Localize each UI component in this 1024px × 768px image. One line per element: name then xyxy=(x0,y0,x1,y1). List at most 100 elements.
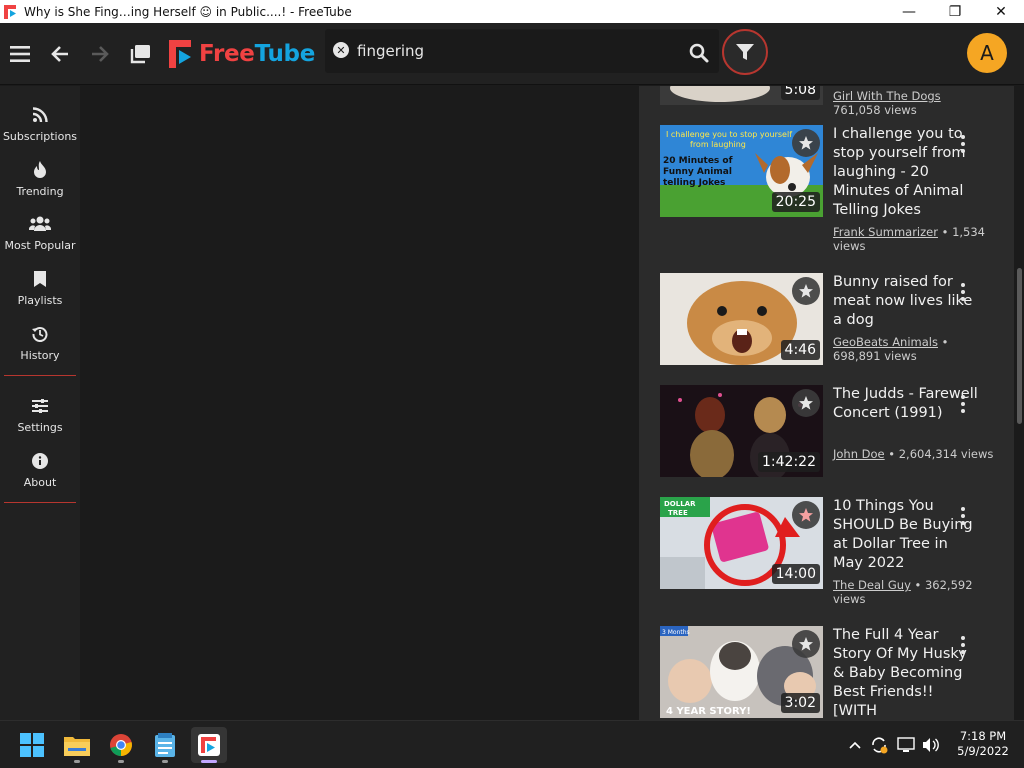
channel-link[interactable]: The Deal Guy xyxy=(833,578,911,592)
sidebar-item-label: History xyxy=(20,349,60,362)
clear-search-button[interactable]: ✕ xyxy=(333,42,349,58)
main-content xyxy=(80,86,640,724)
taskbar: 7:18 PM 5/9/2022 xyxy=(0,720,1024,768)
chevron-up-icon xyxy=(849,741,861,749)
taskbar-clock[interactable]: 7:18 PM 5/9/2022 xyxy=(948,729,1018,759)
video-item[interactable]: DOLLAR TREE 14:00 10 Things You SHOULD B… xyxy=(660,497,1010,617)
video-title[interactable]: The Full 4 Year Story Of My Husky & Baby… xyxy=(833,626,978,720)
volume-icon xyxy=(923,738,939,752)
video-options-button[interactable] xyxy=(960,135,966,153)
video-duration: 5:08 xyxy=(780,86,820,100)
video-thumbnail[interactable]: 3 Months 4 YEAR STORY! 3:02 xyxy=(660,626,823,718)
sidebar-item-history[interactable]: History xyxy=(0,317,80,367)
sidebar: Subscriptions Trending Most Popular Play… xyxy=(0,86,80,724)
channel-link[interactable]: Frank Summarizer xyxy=(833,225,938,239)
logo-tube-text: Tube xyxy=(254,41,316,67)
forward-button[interactable] xyxy=(88,42,112,66)
new-window-button[interactable] xyxy=(128,42,152,66)
view-count: • 2,604,314 views xyxy=(884,447,994,461)
video-options-button[interactable] xyxy=(960,395,966,413)
search-button[interactable] xyxy=(688,42,710,64)
star-icon xyxy=(799,136,813,150)
sync-icon xyxy=(872,737,888,754)
clock-time: 7:18 PM xyxy=(959,729,1007,743)
video-title[interactable]: The Judds - Farewell Concert (1991) xyxy=(833,385,978,423)
recommended-videos-panel: 5:08 Girl With The Dogs 761,058 views I … xyxy=(639,86,1014,720)
star-icon xyxy=(799,396,813,410)
video-title[interactable]: I challenge you to stop yourself from la… xyxy=(833,125,978,220)
video-meta: Girl With The Dogs 761,058 views xyxy=(833,89,993,117)
folder-icon xyxy=(64,737,90,756)
video-item[interactable]: I challenge you to stop yourself from la… xyxy=(660,125,1010,265)
logo-free-text: Free xyxy=(199,41,255,67)
sidebar-item-about[interactable]: About xyxy=(0,444,80,494)
video-thumbnail[interactable]: 1:42:22 xyxy=(660,385,823,477)
freetube-logo-icon xyxy=(169,40,191,68)
tray-volume-icon[interactable] xyxy=(921,735,941,755)
video-thumbnail[interactable]: DOLLAR TREE 14:00 xyxy=(660,497,823,589)
monitor-icon xyxy=(897,737,915,752)
scrollbar-thumb[interactable] xyxy=(1017,268,1022,424)
favorite-button[interactable] xyxy=(792,277,820,305)
video-item[interactable]: 1:42:22 The Judds - Farewell Concert (19… xyxy=(660,385,1010,485)
video-title[interactable]: Bunny raised for meat now lives like a d… xyxy=(833,273,978,330)
panel-scrollbar[interactable] xyxy=(1014,86,1024,724)
close-icon: ✕ xyxy=(336,43,346,57)
star-icon xyxy=(799,284,813,298)
channel-link[interactable]: Girl With The Dogs xyxy=(833,89,941,103)
freetube-icon xyxy=(198,734,220,756)
tray-network-icon[interactable] xyxy=(896,735,916,755)
taskbar-chrome[interactable] xyxy=(103,727,139,763)
freetube-logo[interactable]: FreeTube xyxy=(169,39,315,69)
profile-avatar[interactable]: A xyxy=(967,33,1007,73)
video-thumbnail[interactable]: 4:46 xyxy=(660,273,823,365)
window-titlebar: Why is She Fing…ing Herself ☺ in Public.… xyxy=(0,0,1024,23)
channel-link[interactable]: GeoBeats Animals xyxy=(833,335,938,349)
history-icon xyxy=(32,327,48,342)
sidebar-item-trending[interactable]: Trending xyxy=(0,153,80,203)
search-input[interactable] xyxy=(357,39,697,63)
maximize-button[interactable]: ❐ xyxy=(932,0,978,23)
video-options-button[interactable] xyxy=(960,636,966,654)
start-button[interactable] xyxy=(14,727,50,763)
notepad-icon xyxy=(155,733,175,757)
video-options-button[interactable] xyxy=(960,507,966,525)
favorite-button[interactable] xyxy=(792,389,820,417)
info-icon xyxy=(32,453,48,469)
view-count: 761,058 views xyxy=(833,103,917,117)
favorite-button[interactable] xyxy=(792,501,820,529)
sidebar-item-subscriptions[interactable]: Subscriptions xyxy=(0,98,80,148)
favorite-button[interactable] xyxy=(792,630,820,658)
sidebar-item-most-popular[interactable]: Most Popular xyxy=(0,207,80,257)
search-icon xyxy=(689,43,709,63)
taskbar-freetube[interactable] xyxy=(191,727,227,763)
sidebar-item-settings[interactable]: Settings xyxy=(0,389,80,439)
users-icon xyxy=(29,216,51,231)
channel-link[interactable]: John Doe xyxy=(833,447,885,461)
sidebar-divider xyxy=(4,502,76,503)
windows-start-icon xyxy=(20,733,44,757)
favorite-button[interactable] xyxy=(792,129,820,157)
tray-sync-icon[interactable] xyxy=(869,735,889,755)
video-item[interactable]: 5:08 Girl With The Dogs 761,058 views xyxy=(660,86,1010,117)
back-button[interactable] xyxy=(48,42,72,66)
minimize-button[interactable]: — xyxy=(886,0,932,23)
video-thumbnail[interactable]: I challenge you to stop yourself from la… xyxy=(660,125,823,217)
svg-text:telling Jokes: telling Jokes xyxy=(663,178,725,188)
search-filter-button[interactable] xyxy=(722,29,768,75)
menu-button[interactable] xyxy=(8,42,32,66)
video-item[interactable]: 4:46 Bunny raised for meat now lives lik… xyxy=(660,273,1010,373)
taskbar-notepad[interactable] xyxy=(147,727,183,763)
close-button[interactable]: ✕ xyxy=(978,0,1024,23)
video-item[interactable]: 3 Months 4 YEAR STORY! 3:02 The Full 4 Y… xyxy=(660,626,1010,720)
bookmark-icon xyxy=(34,271,46,287)
video-options-button[interactable] xyxy=(960,283,966,301)
video-title[interactable]: 10 Things You SHOULD Be Buying at Dollar… xyxy=(833,497,978,573)
taskbar-file-explorer[interactable] xyxy=(59,727,95,763)
search-box: ✕ xyxy=(325,29,719,73)
tray-overflow-button[interactable] xyxy=(845,735,865,755)
video-thumbnail[interactable]: 5:08 xyxy=(660,86,823,105)
sidebar-item-playlists[interactable]: Playlists xyxy=(0,262,80,312)
video-duration: 20:25 xyxy=(771,192,820,212)
svg-text:3 Months: 3 Months xyxy=(662,629,690,636)
